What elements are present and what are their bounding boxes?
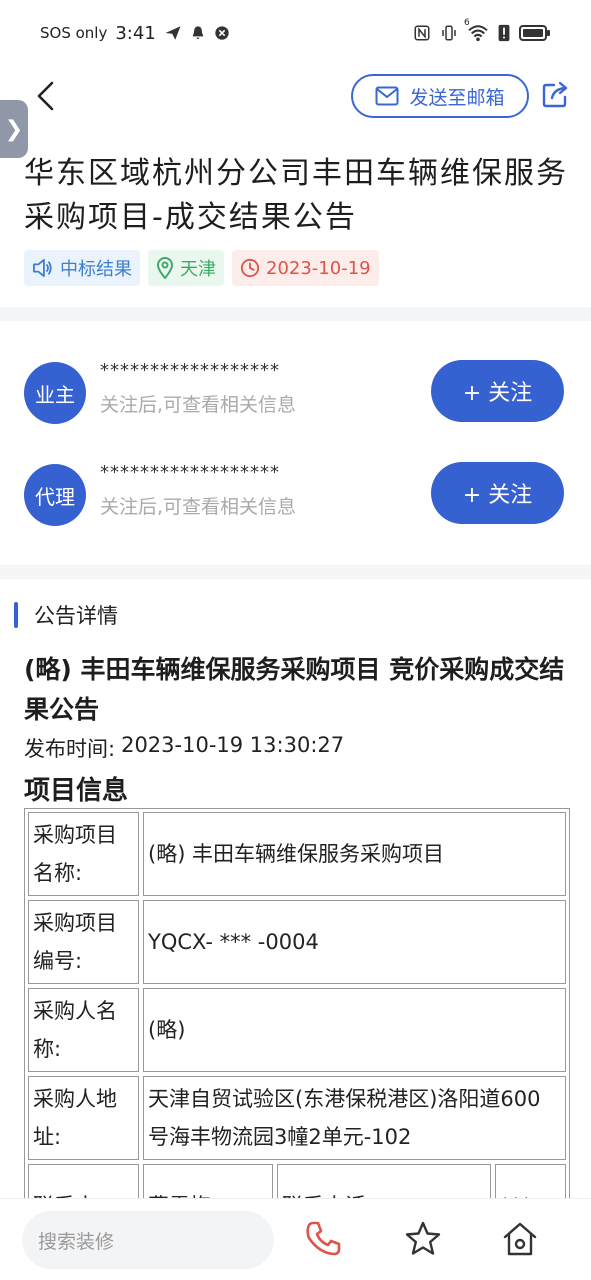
owner-row: 业主 ****************** 关注后,可查看相关信息 + 关注 [24,358,569,428]
owner-masked-name: ****************** [100,360,280,381]
phone-icon [306,1221,341,1256]
agent-masked-name: ****************** [100,462,280,483]
page-title: 华东区域杭州分公司丰田车辆维保服务采购项目-成交结果公告 [24,156,568,235]
vpn-icon [215,26,229,40]
table-cell-label: 采购项目名称: [28,812,139,896]
side-drawer-handle[interactable]: ❯ [0,100,28,158]
status-left: SOS only 3:41 [40,23,230,44]
back-button[interactable] [26,76,66,116]
tag-location: 天津 [148,250,224,286]
notice-title: (略) 丰田车辆维保服务采购项目 竞价采购成交结果公告 [24,655,565,724]
signal-alert-icon [498,24,510,42]
project-info-table: 采购项目名称: (略) 丰田车辆维保服务采购项目 采购项目编号: YQCX- *… [24,808,570,1222]
agent-avatar: 代理 [24,464,86,526]
tag-bid-result-label: 中标结果 [60,259,132,280]
table-cell-label: 采购人地址: [28,1076,139,1160]
speaker-icon [33,258,52,278]
section-divider [0,565,591,579]
send-to-email-label: 发送至邮箱 [409,86,505,109]
table-cell-value: (略) [143,988,566,1072]
status-bar: SOS only 3:41 6 [0,0,591,66]
home-button[interactable] [500,1219,540,1259]
section-divider [0,307,591,321]
table-cell-label: 采购项目编号: [28,900,139,984]
send-icon [165,26,181,40]
battery-icon [519,25,550,41]
phone-button[interactable] [303,1219,343,1259]
vibrate-icon [442,25,456,41]
tag-bid-result: 中标结果 [24,250,140,286]
table-row: 采购人地址: 天津自贸试验区(东港保税港区)洛阳道600号海丰物流园3幢2单元-… [28,1076,566,1160]
status-right: 6 [413,18,551,42]
section-accent-bar [14,602,18,628]
wifi-icon [468,25,488,42]
table-cell-value: (略) 丰田车辆维保服务采购项目 [143,812,566,896]
tag-location-label: 天津 [180,259,216,280]
clock-time: 3:41 [115,22,156,44]
nfc-icon [414,25,430,41]
section-title: 公告详情 [34,604,118,628]
agent-hint: 关注后,可查看相关信息 [100,496,297,518]
publish-time-label: 发布时间: [24,737,116,761]
table-row: 采购项目名称: (略) 丰田车辆维保服务采购项目 [28,812,566,896]
bottom-bar: 搜索装修 [0,1198,591,1280]
table-cell-label: 采购人名称: [28,988,139,1072]
table-row: 采购人名称: (略) [28,988,566,1072]
location-pin-icon [156,257,174,279]
share-button[interactable] [540,80,572,112]
tag-row: 中标结果 天津 2023-10-19 [24,250,379,286]
clock-icon [240,258,260,278]
wifi-wrap: 6 [464,18,489,42]
side-drawer-arrow: ❯ [4,116,24,142]
table-cell-value: 天津自贸试验区(东港保税港区)洛阳道600号海丰物流园3幢2单元-102 [143,1076,566,1160]
section-header: 公告详情 [14,600,118,630]
network-type: 6 [464,18,470,28]
project-info-heading: 项目信息 [24,776,129,806]
follow-owner-button[interactable]: + 关注 [431,360,564,422]
agent-row: 代理 ****************** 关注后,可查看相关信息 + 关注 [24,460,569,530]
star-icon [405,1221,441,1255]
table-cell-value: YQCX- *** -0004 [143,900,566,984]
search-placeholder: 搜索装修 [38,1230,115,1253]
table-row: 采购项目编号: YQCX- *** -0004 [28,900,566,984]
owner-avatar: 业主 [24,362,86,424]
share-icon [542,81,568,108]
tag-date-label: 2023-10-19 [266,257,371,279]
search-input[interactable]: 搜索装修 [22,1211,274,1269]
nav-bar: 发送至邮箱 [0,66,591,128]
home-icon [503,1222,537,1256]
owner-hint: 关注后,可查看相关信息 [100,394,297,416]
favorite-button[interactable] [403,1219,443,1259]
sos-label: SOS only [40,24,108,42]
envelope-icon [375,86,399,106]
publish-time-row: 发布时间: 2023-10-19 13:30:27 [24,733,344,763]
bell-icon [192,26,204,39]
send-to-email-button[interactable]: 发送至邮箱 [351,74,529,118]
chevron-left-icon [37,81,54,111]
publish-time-value: 2023-10-19 13:30:27 [121,733,345,757]
tag-date: 2023-10-19 [232,250,379,286]
follow-agent-button[interactable]: + 关注 [431,462,564,524]
